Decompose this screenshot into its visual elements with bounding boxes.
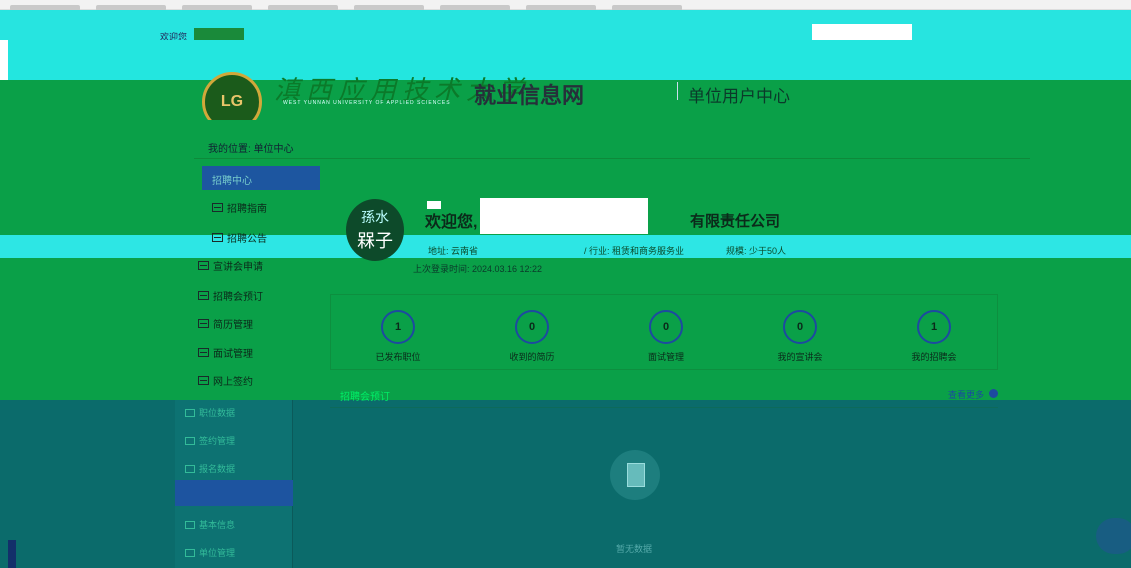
sidebar-item-interviews[interactable]: 面试管理 [198, 345, 253, 360]
sidebar-item-label: 招聘公告 [227, 234, 267, 245]
company-scale: 规模: 少于50人 [726, 246, 787, 256]
list-icon [212, 203, 223, 212]
last-login-time: 上次登录时间: 2024.03.16 12:22 [413, 264, 543, 274]
sidebar-item-unit-manage[interactable]: 单位管理 [185, 546, 235, 559]
site-header: LG 滇西应用技术大学 WEST YUNNAN UNIVERSITY OF AP… [0, 40, 1131, 132]
sidebar-item-basic-info[interactable]: 基本信息 [185, 518, 235, 531]
sidebar-item-label: 单位管理 [199, 548, 236, 558]
avatar-text-top: 孫水 [361, 209, 389, 225]
sidebar-item-guide[interactable]: 招聘指南 [212, 200, 267, 215]
list-icon [198, 291, 209, 300]
breadcrumb-current[interactable]: 单位中心 [254, 144, 294, 155]
stat-count: 0 [649, 310, 683, 344]
arrow-right-icon[interactable] [989, 389, 998, 398]
sidebar-item-seminar[interactable]: 宣讲会申请 [198, 258, 263, 273]
tabs-row: 招聘会预订 查看更多 [330, 386, 998, 408]
sidebar-item-label: 招聘会预订 [213, 292, 263, 303]
sidebar-item-label: 面试管理 [213, 349, 253, 360]
lower-area [0, 400, 1131, 568]
list-icon [198, 348, 209, 357]
stat-job-fairs[interactable]: 1 我的招聘会 [879, 310, 989, 363]
stat-count: 0 [515, 310, 549, 344]
tab-fair-booking[interactable]: 招聘会预订 [340, 388, 390, 403]
sidebar-item-contracts[interactable]: 签约管理 [185, 434, 235, 447]
university-name-en: WEST YUNNAN UNIVERSITY OF APPLIED SCIENC… [283, 100, 451, 106]
sidebar-item-resumes[interactable]: 简历管理 [198, 316, 253, 331]
stat-seminars[interactable]: 0 我的宣讲会 [745, 310, 855, 363]
document-icon [627, 463, 645, 487]
stat-count: 0 [783, 310, 817, 344]
list-icon [185, 436, 195, 445]
breadcrumb-label: 我的位置: [208, 144, 251, 155]
lower-sidebar [175, 400, 293, 568]
stat-received-resumes[interactable]: 0 收到的简历 [477, 310, 587, 363]
list-icon [212, 233, 223, 242]
sidebar-item-announcement[interactable]: 招聘公告 [212, 230, 267, 245]
stat-label: 我的招聘会 [911, 352, 957, 362]
sidebar-item-signup-data[interactable]: 报名数据 [185, 462, 235, 475]
sidebar-item-fair-booking[interactable]: 招聘会预订 [198, 288, 263, 303]
breadcrumb-divider [194, 158, 1030, 159]
list-icon [185, 520, 195, 529]
list-icon [185, 548, 195, 557]
stat-published-jobs[interactable]: 1 已发布职位 [343, 310, 453, 363]
stat-count: 1 [381, 310, 415, 344]
stats-panel: 1 已发布职位 0 收到的简历 0 面试管理 0 我的宣讲会 1 我的招聘会 [330, 294, 998, 370]
avatar-text-bottom: 槑子 [357, 231, 393, 251]
stat-label: 我的宣讲会 [777, 352, 823, 362]
sidebar-item-signing[interactable]: 网上签约 [198, 373, 253, 388]
site-title[interactable]: 就业信息网 [474, 78, 584, 110]
list-icon [198, 319, 209, 328]
sidebar-item-job-data[interactable]: 职位数据 [185, 406, 235, 419]
stat-label: 已发布职位 [375, 352, 421, 362]
stat-label: 收到的简历 [509, 352, 555, 362]
stat-interviews[interactable]: 0 面试管理 [611, 310, 721, 363]
company-avatar: 孫水 槑子 [346, 199, 404, 261]
sidebar-item-label: 基本信息 [199, 520, 236, 530]
sidebar-item-label: 招聘指南 [227, 204, 267, 215]
floating-help-button[interactable] [1096, 518, 1131, 554]
company-name-suffix: 有限责任公司 [690, 213, 781, 230]
company-industry: / 行业: 租赁和商务服务业 [584, 246, 685, 256]
view-more-link[interactable]: 查看更多 [948, 388, 984, 401]
list-icon [185, 464, 195, 473]
sidebar-item-label: 宣讲会申请 [213, 262, 263, 273]
left-edge-block [8, 540, 16, 568]
list-icon [185, 408, 195, 417]
sidebar-item-label: 职位数据 [199, 408, 236, 418]
empty-state-text: 暂无数据 [616, 544, 653, 554]
sidebar-item-label: 签约管理 [199, 436, 236, 446]
list-icon [198, 261, 209, 270]
stat-label: 面试管理 [647, 352, 684, 362]
welcome-heading: 欢迎您, [425, 214, 478, 231]
sidebar-item-label: 简历管理 [213, 320, 253, 331]
company-address: 地址: 云南省 [428, 246, 479, 256]
list-icon [198, 376, 209, 385]
header-divider [677, 82, 678, 100]
user-center-title: 单位用户中心 [688, 87, 790, 106]
top-bar: 欢迎您 [0, 10, 1131, 48]
sidebar-section-basic[interactable] [175, 480, 293, 506]
redacted-company-name [480, 198, 648, 234]
sidebar-section-recruit[interactable]: 招聘中心 [202, 166, 320, 190]
stat-count: 1 [917, 310, 951, 344]
breadcrumb: 我的位置: 单位中心 [208, 140, 294, 155]
sidebar-item-label: 报名数据 [199, 464, 236, 474]
sidebar-item-label: 网上签约 [213, 377, 253, 388]
bookmarks-bar [0, 0, 1131, 11]
